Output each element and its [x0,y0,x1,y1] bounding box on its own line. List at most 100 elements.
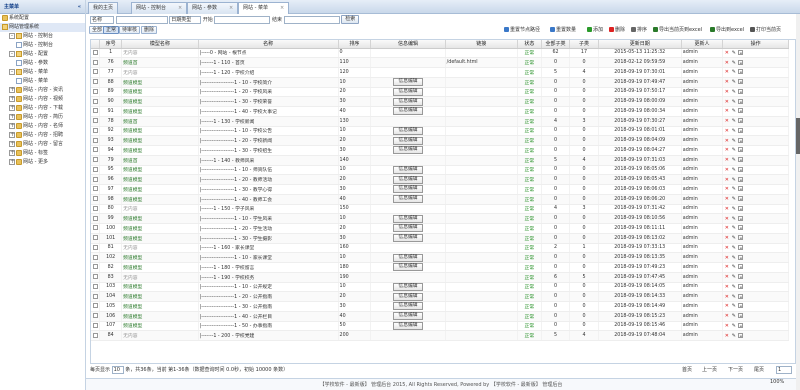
expand-toggle-icon[interactable]: + [9,122,15,129]
start-date-input[interactable] [214,15,271,24]
table-row[interactable]: 93 频道模型 |-------------------1 - 20 - 学校新闻 2… [91,135,789,146]
info-edit-button[interactable]: 信息编辑 [393,78,423,87]
view-icon[interactable]: ≡ [738,79,744,85]
tree-item[interactable]: + 网站 - 标签 [0,149,85,158]
delete-icon[interactable]: ✕ [724,109,729,114]
row-checkbox[interactable] [92,244,98,250]
view-icon[interactable]: ≡ [738,225,744,231]
tree-item[interactable]: + 网站 - 内容 - 视频 [0,95,85,104]
table-row[interactable]: 1 无内容 |-----0 - 网站 - 根节点 0 正常 62 17 2015-05-13 … [91,48,789,59]
row-checkbox[interactable] [92,166,98,172]
table-row[interactable]: 80 无内容 |-------1 - 150 - 学子风采 150 正常 4 3 2018-0… [91,204,789,215]
expand-toggle-icon[interactable]: + [9,149,15,156]
row-model[interactable]: 频道首 [121,57,199,68]
date-type-select[interactable]: 日期类型 [169,15,202,24]
table-row[interactable]: 98 频道模型 |-------------------1 - 40 - 教师工会 4… [91,194,789,205]
edit-icon[interactable]: ✎ [731,167,736,173]
tree-item[interactable]: + 网站 - 内容 - 招聘 [0,131,85,140]
name-input[interactable] [115,15,168,24]
row-checkbox[interactable] [92,254,98,260]
row-model[interactable]: 无内容 [121,48,199,59]
table-row[interactable]: 103 频道模型 |-------------------1 - 10 - 公开规定… [91,282,789,293]
table-row[interactable]: 82 频道模型 |-------1 - 180 - 学校留言 180 信息编辑 正常 0 0 2… [91,262,789,273]
view-icon[interactable]: ≡ [738,166,744,172]
tab-item[interactable]: 网站 - 菜单 × [238,2,290,14]
edit-icon[interactable]: ✎ [731,216,736,222]
view-icon[interactable]: ≡ [738,98,744,104]
row-model[interactable]: 频道模型 [121,126,199,137]
view-icon[interactable]: ≡ [738,49,744,55]
view-icon[interactable]: ≡ [738,293,744,299]
table-row[interactable]: 95 频道模型 |-------------------1 - 10 - 师资队伍 1… [91,165,789,176]
view-icon[interactable]: ≡ [738,69,744,75]
row-checkbox[interactable] [92,88,98,94]
table-row[interactable]: 106 频道模型 |-------------------1 - 40 - 公开栏目… [91,311,789,322]
filter-button[interactable]: 待审核 [119,26,141,34]
tree-item[interactable]: 网站 - 菜单 [0,77,85,86]
toolbar-action[interactable]: 打印当前页 [750,27,781,34]
table-row[interactable]: 79 频道首 |-------1 - 140 - 教师风采 140 正常 5 4 2018-0… [91,155,789,166]
expand-toggle-icon[interactable]: + [9,158,15,165]
page-number-input[interactable]: 1 [776,366,792,374]
row-model[interactable]: 频道模型 [121,301,199,312]
row-checkbox[interactable] [92,49,98,55]
table-row[interactable]: 104 频道模型 |-------------------1 - 20 - 公开指南… [91,291,789,302]
tree-item[interactable]: 网站 - 参数 [0,59,85,68]
delete-icon[interactable]: ✕ [724,255,729,261]
delete-icon[interactable]: ✕ [724,70,729,75]
info-edit-button[interactable]: 信息编辑 [393,214,423,223]
tree-item[interactable]: - 网站 - 控制台 [0,32,85,41]
edit-icon[interactable]: ✎ [731,206,736,212]
edit-icon[interactable]: ✎ [731,50,736,56]
row-checkbox[interactable] [92,196,98,202]
table-row[interactable]: 107 频道模型 |-------------------1 - 50 - 办事指南… [91,321,789,332]
row-checkbox[interactable] [92,118,98,124]
delete-icon[interactable]: ✕ [724,148,729,153]
info-edit-button[interactable]: 信息编辑 [393,185,423,194]
info-edit-button[interactable]: 信息编辑 [393,224,423,233]
edit-icon[interactable]: ✎ [731,89,736,95]
table-row[interactable]: 83 无内容 |-------1 - 190 - 学校校务 190 正常 6 5 2018-0… [91,272,789,283]
expand-toggle-icon[interactable]: + [9,95,15,102]
tab-item[interactable]: 网站 - 控制台 × [131,2,188,14]
delete-icon[interactable]: ✕ [724,314,729,319]
row-checkbox[interactable] [92,157,98,163]
delete-icon[interactable]: ✕ [724,206,729,212]
view-icon[interactable]: ≡ [738,118,744,124]
collapse-sidebar-icon[interactable]: « [78,0,81,14]
row-checkbox[interactable] [92,69,98,75]
table-row[interactable]: 78 频道首 |-------1 - 130 - 学校新闻 130 正常 4 3 2018-0… [91,116,789,127]
row-checkbox[interactable] [92,137,98,143]
edit-icon[interactable]: ✎ [731,119,736,124]
delete-icon[interactable]: ✕ [724,216,729,222]
delete-icon[interactable]: ✕ [724,158,729,163]
view-icon[interactable]: ≡ [738,88,744,94]
row-model[interactable]: 频道模型 [121,194,199,205]
info-edit-button[interactable]: 信息编辑 [393,107,423,116]
tree-item[interactable]: - 网站 - 菜单 [0,68,85,77]
next-page-link[interactable]: 下一页 [728,366,743,375]
row-model[interactable]: 频道首 [121,155,199,166]
table-row[interactable]: 88 频道模型 |-------------------1 - 10 - 学校简介 1… [91,77,789,88]
delete-icon[interactable]: ✕ [724,119,729,124]
delete-icon[interactable]: ✕ [724,323,729,329]
edit-icon[interactable]: ✎ [731,109,736,114]
table-row[interactable]: 76 频道首 |-------1 - 110 - 首页 110/default.htm… [91,57,789,68]
delete-icon[interactable]: ✕ [724,197,729,202]
view-icon[interactable]: ≡ [738,127,744,133]
expand-toggle-icon[interactable]: + [9,131,15,138]
delete-icon[interactable]: ✕ [724,226,729,231]
view-icon[interactable]: ≡ [738,147,744,153]
page-scrollbar[interactable] [796,14,800,390]
row-model[interactable]: 频道模型 [121,145,199,156]
last-page-link[interactable]: 尾页 [754,366,764,375]
info-edit-button[interactable]: 信息编辑 [393,234,423,243]
view-icon[interactable]: ≡ [738,254,744,260]
row-checkbox[interactable] [92,303,98,309]
table-row[interactable]: 91 频道模型 |-------------------1 - 40 - 学校大事记… [91,106,789,117]
view-icon[interactable]: ≡ [738,205,744,211]
edit-icon[interactable]: ✎ [731,197,736,202]
tree-item[interactable]: + 网站 - 内容 - 下载 [0,104,85,113]
table-row[interactable]: 81 无内容 |-------1 - 160 - 家长课堂 160 正常 2 1 2018-0… [91,243,789,254]
toolbar-action[interactable]: 导出到excel [710,27,744,34]
